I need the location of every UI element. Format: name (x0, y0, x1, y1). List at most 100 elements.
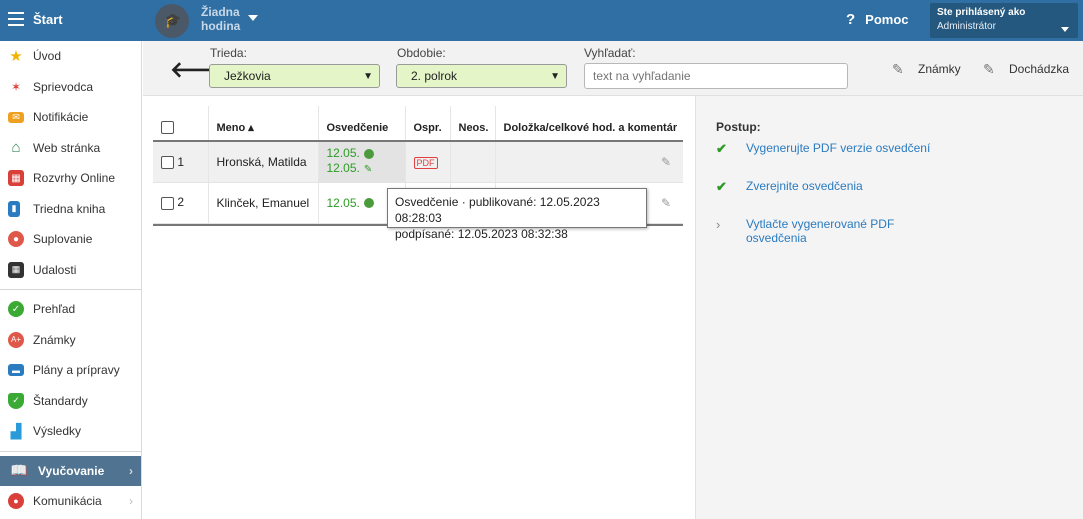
current-hour-selector[interactable]: Žiadna hodina (201, 5, 240, 33)
hour-line2: hodina (201, 19, 241, 33)
attendance-button[interactable]: ✎ Dochádzka (983, 61, 1069, 77)
procedure-panel: Postup: ✔ Vygenerujte PDF verzie osvedče… (695, 96, 1083, 519)
sidebar-item-label: Prehľad (33, 302, 76, 317)
certificate-published-date: 12.05. (326, 146, 360, 161)
sidebar-item-uvod[interactable]: ★ Úvod (0, 41, 141, 72)
start-link[interactable]: Štart (33, 12, 63, 27)
row-checkbox[interactable] (161, 196, 174, 210)
certificate-signed-date: 12.05. (326, 161, 360, 176)
wand-icon: ✶ (10, 79, 22, 94)
chevron-down-icon[interactable] (1061, 27, 1069, 32)
class-select-value: Ježkovia (224, 69, 271, 83)
graduation-cap-icon[interactable]: 🎓 (155, 4, 189, 38)
sidebar-item-vyucovanie[interactable]: 📖 Vyučovanie › (0, 455, 141, 486)
edit-icon: ✎ (892, 61, 904, 77)
sidebar-item-label: Web stránka (33, 140, 101, 155)
top-bar: Štart 🎓 Žiadna hodina ? Pomoc Ste prihlás… (0, 0, 1083, 41)
student-name: Hronská, Matilda (208, 141, 319, 183)
pdf-icon[interactable]: PDF (413, 156, 438, 169)
sidebar-item-komunikacia[interactable]: ● Komunikácia › (0, 486, 141, 517)
sidebar-item-label: Komunikácia (33, 494, 102, 509)
sidebar-item-web-stranka[interactable]: ⌂ Web stránka (0, 133, 141, 164)
sidebar-item-label: Vyučovanie (38, 463, 105, 478)
briefcase-icon: ▬ (8, 364, 24, 377)
column-header-certificate: Osvedčenie (318, 106, 406, 142)
help-button[interactable]: ? Pomoc (846, 11, 909, 28)
sidebar-item-label: Rozvrhy Online (33, 171, 116, 186)
chevron-down-icon: ▼ (363, 71, 373, 82)
chevron-down-icon: ▼ (550, 71, 560, 82)
publish-certificates-link[interactable]: Zverejnite osvedčenia (746, 179, 863, 195)
row-number: 2 (177, 195, 185, 210)
period-select[interactable]: 2. polrok ▼ (396, 64, 567, 88)
sidebar-item-suplovanie[interactable]: ● Suplovanie (0, 224, 141, 255)
sidebar-item-label: Plány a prípravy (33, 363, 120, 378)
excused-cell: PDF (405, 141, 451, 183)
sidebar-item-plany[interactable]: ▬ Plány a prípravy (0, 355, 141, 386)
book-icon: ▮ (8, 200, 20, 217)
globe-icon (363, 149, 374, 160)
sidebar-item-rozvrhy-online[interactable]: ▦ Rozvrhy Online (0, 163, 141, 194)
search-input[interactable] (584, 63, 848, 89)
user-role: Administrátor (937, 21, 996, 32)
row-select-cell: 1 (153, 141, 209, 183)
certificate-published-date: 12.05. (326, 195, 360, 210)
house-icon: ⌂ (11, 139, 21, 157)
sidebar-item-vysledky[interactable]: ▟ Výsledky (0, 416, 141, 447)
table-header-row: Meno ▴ Osvedčenie Ospr. Neos. Doložka/ce… (153, 106, 683, 142)
row-number: 1 (177, 154, 185, 169)
user-caption: Ste prihlásený ako (937, 7, 1026, 18)
certificate-cell[interactable]: 12.05. 12.05. ✎ (318, 141, 406, 183)
help-label: Pomoc (865, 12, 909, 27)
tooltip-signed: podpísané: 12.05.2023 08:32:38 (395, 227, 568, 241)
sidebar-item-label: Suplovanie (33, 232, 93, 247)
generate-pdf-link[interactable]: Vygenerujte PDF verzie osvedčení (746, 141, 930, 157)
sidebar-item-udalosti[interactable]: ▦ Udalosti (0, 255, 141, 286)
question-icon: ? (846, 11, 856, 28)
certificate-tooltip: Osvedčenie · publikované: 12.05.2023 08:… (387, 188, 647, 241)
calendar-grid-icon: ▦ (8, 170, 24, 187)
sidebar-item-label: Úvod (33, 49, 62, 64)
student-name: Klinček, Emanuel (208, 182, 319, 224)
shield-icon: ✓ (8, 392, 24, 409)
person-icon: ● (8, 231, 24, 248)
select-all-header (153, 106, 209, 142)
column-header-name[interactable]: Meno ▴ (208, 106, 319, 142)
sidebar-item-sprievodca[interactable]: ✶ Sprievodca (0, 72, 141, 103)
sidebar-item-label: Sprievodca (33, 79, 94, 94)
sidebar-item-label: Triedna kniha (33, 201, 106, 216)
procedure-step: ✔ Zverejnite osvedčenia (716, 179, 863, 195)
globe-icon (363, 198, 374, 209)
table-row[interactable]: 1 Hronská, Matilda 12.05. 12.05. ✎ PDF ✎ (153, 141, 683, 183)
grades-button[interactable]: ✎ Známky (892, 61, 961, 77)
sidebar-divider (0, 289, 141, 290)
checkmark-icon: ✔ (716, 179, 727, 194)
star-icon: ★ (9, 48, 23, 66)
sidebar-item-notifikacie[interactable]: ✉ Notifikácie (0, 102, 141, 133)
unexcused-cell (450, 141, 496, 183)
checkmark-icon: ✔ (716, 141, 727, 156)
chevron-down-icon[interactable] (248, 15, 258, 21)
check-circle-icon: ✓ (8, 301, 24, 318)
user-menu[interactable]: Ste prihlásený ako Administrátor (930, 3, 1078, 38)
tooltip-published: Osvedčenie · publikované: 12.05.2023 08:… (395, 195, 600, 225)
class-select[interactable]: Ježkovia ▼ (209, 64, 380, 88)
sidebar: ★ Úvod ✶ Sprievodca ✉ Notifikácie ⌂ Web … (0, 41, 142, 519)
select-all-checkbox[interactable] (161, 121, 174, 134)
chat-icon: ● (8, 493, 24, 510)
pencil-icon[interactable]: ✎ (661, 196, 671, 210)
sidebar-item-standardy[interactable]: ✓ Štandardy (0, 386, 141, 417)
row-checkbox[interactable] (161, 155, 174, 169)
column-header-excused: Ospr. (405, 106, 451, 142)
sidebar-item-znamky[interactable]: A+ Známky (0, 325, 141, 356)
hamburger-menu-icon[interactable] (8, 12, 24, 26)
envelope-icon: ✉ (8, 111, 24, 123)
search-label: Vyhľadať: (584, 46, 636, 60)
procedure-title: Postup: (716, 120, 761, 134)
sidebar-item-prehlad[interactable]: ✓ Prehľad (0, 294, 141, 325)
print-pdf-link[interactable]: Vytlačte vygenerované PDF osvedčenia (746, 217, 916, 245)
comment-cell: ✎ (495, 141, 683, 183)
pencil-icon[interactable]: ✎ (661, 155, 671, 169)
sidebar-item-label: Výsledky (33, 424, 82, 439)
sidebar-item-triedna-kniha[interactable]: ▮ Triedna kniha (0, 194, 141, 225)
